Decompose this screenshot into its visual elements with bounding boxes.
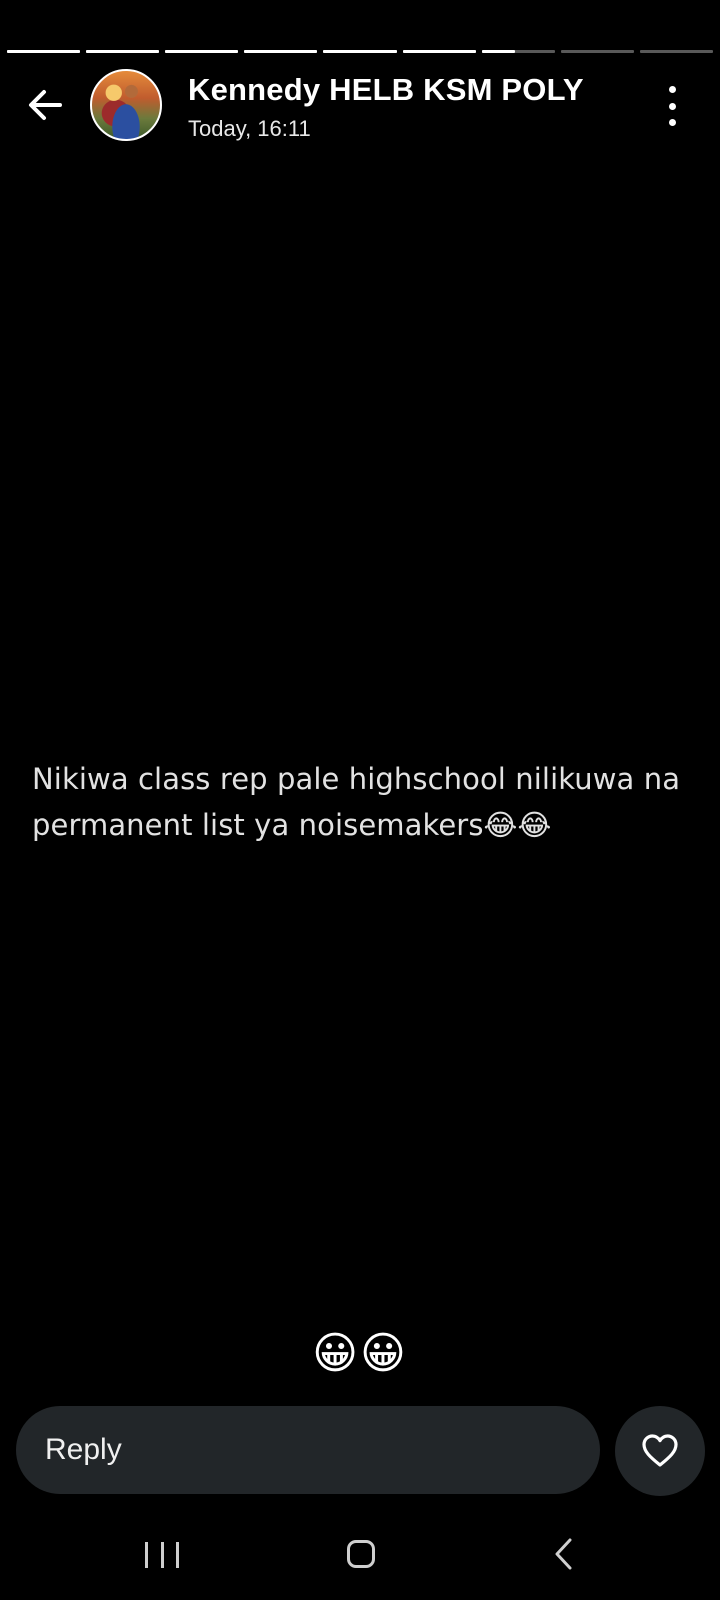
more-options-button[interactable] — [662, 86, 682, 126]
recent-apps-bar — [145, 1542, 148, 1568]
chevron-left-icon — [555, 1538, 572, 1570]
progress-segment — [165, 50, 239, 53]
heart-icon — [642, 1434, 678, 1467]
recent-apps-bar — [176, 1542, 179, 1568]
back-arrow-icon — [29, 90, 62, 120]
progress-segment-fill — [244, 50, 318, 53]
like-button[interactable] — [615, 1406, 705, 1496]
progress-segment — [402, 50, 476, 53]
reply-input[interactable]: Reply — [16, 1406, 600, 1494]
contact-avatar[interactable] — [90, 69, 162, 141]
reply-placeholder: Reply — [45, 1433, 122, 1466]
progress-segment — [323, 50, 397, 53]
progress-segment-fill — [86, 50, 160, 53]
more-vertical-icon-dot — [668, 102, 676, 110]
recent-apps-bar — [160, 1542, 164, 1568]
progress-segment-fill — [481, 50, 515, 53]
status-text: Nikiwa class rep pale highschool nilikuw… — [32, 762, 681, 842]
progress-segment-fill — [7, 50, 81, 53]
system-navigation-bar — [0, 1518, 720, 1600]
progress-segment — [7, 50, 81, 53]
contact-name[interactable]: Kennedy HELB KSM POLY — [188, 72, 584, 108]
story-header: Kennedy HELB KSM POLY Today, 16:11 — [0, 68, 720, 144]
status-reaction-emoji: 😀😀 — [312, 1329, 408, 1378]
more-vertical-icon — [668, 86, 676, 93]
more-vertical-icon-dot — [668, 119, 676, 126]
progress-segment — [244, 50, 318, 53]
progress-segment — [481, 50, 555, 53]
progress-segment-fill — [402, 50, 476, 53]
progress-segment — [560, 50, 634, 53]
recent-apps-icon[interactable] — [145, 1538, 179, 1572]
story-progress-bar — [7, 50, 713, 54]
progress-segment-fill — [165, 50, 239, 53]
progress-segment — [86, 50, 160, 53]
progress-segment-fill — [323, 50, 397, 53]
home-icon[interactable] — [347, 1540, 375, 1568]
nav-back-icon[interactable] — [548, 1536, 578, 1572]
back-button[interactable] — [24, 84, 66, 126]
progress-segment — [639, 50, 713, 53]
status-timestamp: Today, 16:11 — [188, 116, 311, 141]
